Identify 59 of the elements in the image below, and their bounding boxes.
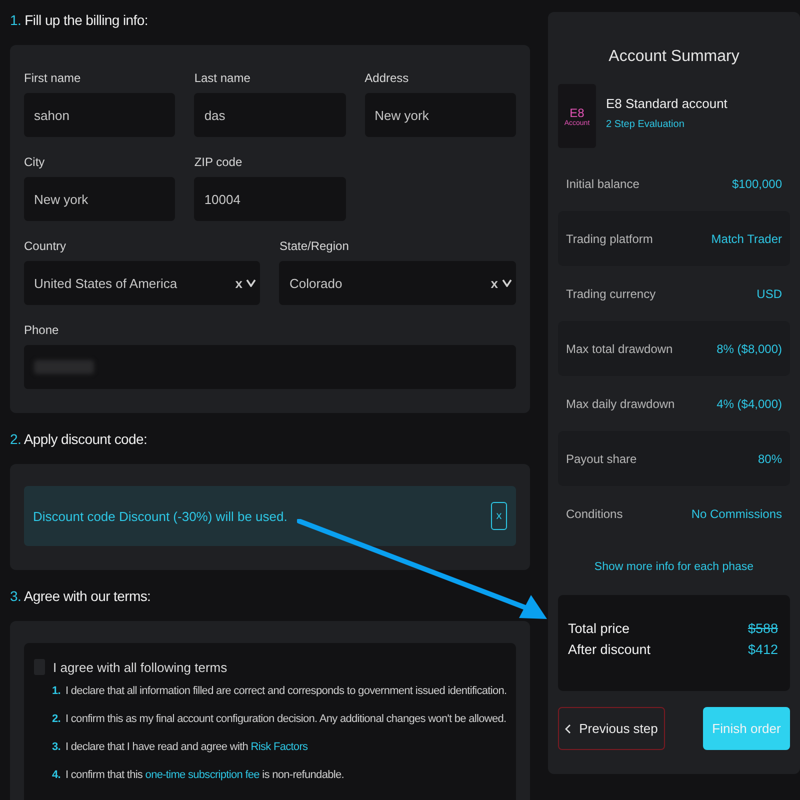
field-label: Country bbox=[24, 239, 68, 253]
field-label: City bbox=[24, 155, 46, 169]
summary-label: Initial balance bbox=[566, 176, 640, 190]
summary-label: Trading currency bbox=[566, 286, 656, 300]
price-label: Total price bbox=[568, 621, 630, 636]
chevron-left-icon bbox=[565, 724, 572, 734]
chevron-down-icon bbox=[246, 279, 256, 287]
price-value: $588 bbox=[748, 621, 778, 636]
field-label: Last name bbox=[194, 71, 252, 85]
price-label: After discount bbox=[568, 642, 651, 657]
summary-label: Conditions bbox=[566, 506, 623, 520]
term-link[interactable]: one-time subscription fee bbox=[145, 769, 260, 781]
input-field[interactable]: 10004 bbox=[194, 177, 346, 221]
field-label: Address bbox=[364, 71, 410, 85]
field-label: ZIP code bbox=[194, 155, 244, 169]
phone-field[interactable] bbox=[24, 345, 516, 389]
previous-step-button[interactable]: Previous step bbox=[558, 707, 665, 750]
summary-title: Account Summary bbox=[608, 48, 740, 66]
select-field[interactable]: United States of America x bbox=[24, 261, 260, 305]
summary-value: $100,000 bbox=[732, 176, 782, 190]
term-link[interactable]: Risk Factors bbox=[250, 741, 308, 753]
term-text: I confirm that this one-time subscription fee is non-refundable. bbox=[65, 769, 344, 781]
select-field[interactable]: Colorado x bbox=[279, 261, 516, 305]
input-field[interactable]: New york bbox=[364, 93, 516, 137]
field-label: First name bbox=[24, 71, 82, 85]
list-number: 2. bbox=[52, 713, 60, 725]
summary-value: Match Trader bbox=[711, 232, 782, 246]
input-field[interactable]: das bbox=[194, 93, 346, 137]
term-text: I confirm this as my final account configuration decision. Any additional changes won't be allowed. bbox=[65, 713, 506, 725]
term-text: I declare that I have read and agree with Risk Factors bbox=[65, 741, 308, 753]
more-info-link[interactable]: Show more info for each phase bbox=[558, 561, 790, 573]
summary-value: 8% ($8,000) bbox=[716, 342, 782, 356]
list-number: 3. bbox=[52, 741, 60, 753]
price-value: $412 bbox=[748, 642, 778, 657]
chevron-down-icon bbox=[502, 279, 512, 287]
summary-label: Max daily drawdown bbox=[566, 396, 675, 410]
summary-value: No Commissions bbox=[691, 506, 782, 520]
redacted-block bbox=[34, 360, 94, 374]
list-number: 4. bbox=[52, 769, 60, 781]
summary-label: Payout share bbox=[566, 452, 637, 466]
discount-message: Discount code Discount (-30%) will be used. bbox=[33, 508, 288, 524]
input-field[interactable]: New york bbox=[24, 177, 176, 221]
account-name: E8 Standard account bbox=[606, 96, 728, 111]
section-title: 1. Fill up the billing info: bbox=[10, 12, 149, 28]
summary-label: Max total drawdown bbox=[566, 342, 673, 356]
section-title: 3. Agree with our terms: bbox=[10, 588, 152, 604]
section-title: 2. Apply discount code: bbox=[10, 431, 148, 447]
account-type: 2 Step Evaluation bbox=[606, 119, 686, 130]
input-field[interactable]: sahon bbox=[24, 93, 176, 137]
field-label: Phone bbox=[24, 323, 60, 337]
summary-value: 4% ($4,000) bbox=[716, 396, 782, 410]
summary-value: USD bbox=[756, 286, 782, 300]
field-label: State/Region bbox=[279, 239, 350, 253]
summary-label: Trading platform bbox=[566, 232, 653, 246]
list-number: 1. bbox=[52, 685, 60, 697]
term-text: I declare that all information filled are correct and corresponds to government issued identification. bbox=[65, 685, 507, 697]
close-button[interactable]: x bbox=[491, 502, 507, 530]
summary-value: 80% bbox=[758, 452, 782, 466]
checkbox-label: I agree with all following terms bbox=[53, 660, 228, 674]
